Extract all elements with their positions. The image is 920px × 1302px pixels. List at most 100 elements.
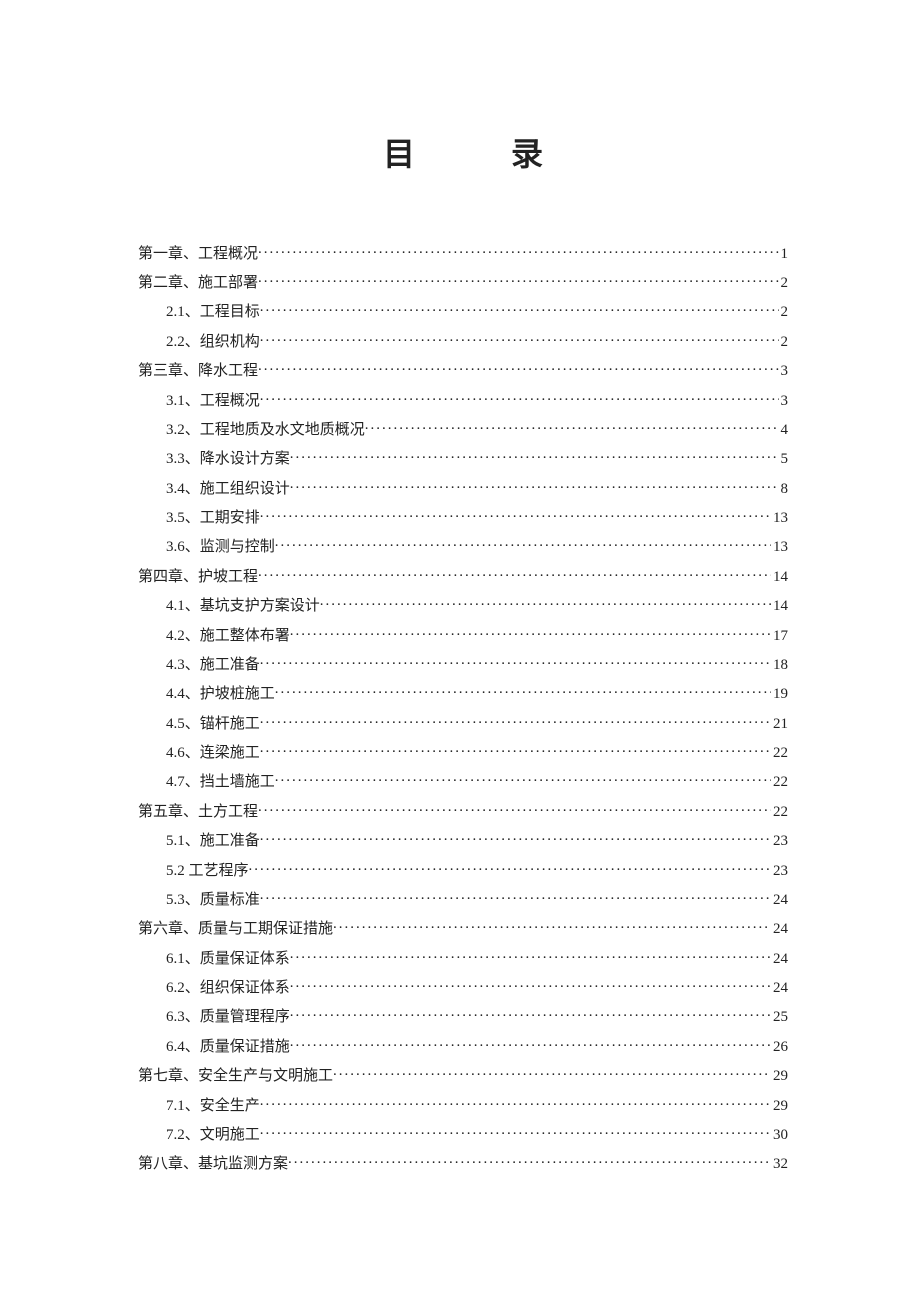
toc-leader-dots: [260, 713, 771, 728]
toc-entry-label: 第五章、土方工程: [138, 805, 258, 820]
toc-leader-dots: [258, 272, 778, 287]
toc-leader-dots: [260, 654, 771, 669]
toc-entry-label: 3.4、施工组织设计: [138, 482, 290, 497]
toc-entry-label: 3.1、工程概况: [138, 394, 260, 409]
toc-entry-page: 22: [771, 775, 788, 790]
document-page: 目 录 第一章、工程概况1第二章、施工部署22.1、工程目标22.2、组织机构2…: [0, 0, 920, 1302]
toc-entry-page: 24: [771, 952, 788, 967]
toc-entry-label: 第四章、护坡工程: [138, 570, 258, 585]
toc-entry-page: 32: [771, 1157, 788, 1172]
toc-leader-dots: [260, 331, 779, 346]
toc-entry-page: 24: [771, 893, 788, 908]
toc-entry-page: 13: [771, 540, 788, 555]
toc-entry-label: 第一章、工程概况: [138, 247, 258, 262]
toc-entry[interactable]: 6.3、质量管理程序25: [138, 1001, 788, 1030]
toc-entry[interactable]: 5.1、施工准备 23: [138, 825, 788, 854]
toc-entry[interactable]: 3.2、工程地质及水文地质概况4: [138, 414, 788, 443]
toc-entry[interactable]: 3.6、监测与控制13: [138, 531, 788, 560]
page-title: 目 录: [138, 129, 788, 175]
toc-entry[interactable]: 第一章、工程概况1: [138, 237, 788, 266]
toc-entry-label: 4.3、施工准备: [138, 658, 260, 673]
toc-leader-dots: [275, 683, 771, 698]
toc-entry-page: 23: [771, 834, 788, 849]
toc-entry[interactable]: 4.6、连梁施工22: [138, 737, 788, 766]
toc-entry-page: 14: [771, 599, 788, 614]
toc-entry-page: 3: [779, 394, 789, 409]
toc-entry-label: 第六章、质量与工期保证措施: [138, 922, 333, 937]
toc-entry[interactable]: 3.3、降水设计方案 5: [138, 443, 788, 472]
toc-entry-label: 5.1、施工准备: [138, 834, 260, 849]
toc-leader-dots: [320, 595, 771, 610]
title-spacer: [415, 136, 511, 172]
toc-entry[interactable]: 3.5、工期安排13: [138, 502, 788, 531]
toc-entry-label: 4.1、基坑支护方案设计: [138, 599, 320, 614]
toc-entry-label: 3.5、工期安排: [138, 511, 260, 526]
toc-entry-label: 4.7、挡土墙施工: [138, 775, 275, 790]
toc-entry[interactable]: 第二章、施工部署2: [138, 267, 788, 296]
toc-leader-dots: [260, 1095, 771, 1110]
toc-entry[interactable]: 6.1、质量保证体系24: [138, 942, 788, 971]
toc-entry[interactable]: 6.4、质量保证措施26: [138, 1031, 788, 1060]
toc-entry[interactable]: 5.2 工艺程序23: [138, 854, 788, 883]
toc-entry[interactable]: 7.1、安全生产 29: [138, 1089, 788, 1118]
toc-entry[interactable]: 4.7、挡土墙施工 22: [138, 766, 788, 795]
toc-entry[interactable]: 第七章、安全生产与文明施工29: [138, 1060, 788, 1089]
title-right: 录: [511, 136, 543, 172]
toc-entry-label: 6.2、组织保证体系: [138, 981, 290, 996]
toc-entry[interactable]: 2.2、组织机构 2: [138, 326, 788, 355]
toc-entry-page: 22: [771, 805, 788, 820]
toc-entry-page: 17: [771, 629, 788, 644]
toc-entry[interactable]: 第八章、基坑监测方案 32: [138, 1148, 788, 1177]
toc-entry-label: 2.2、组织机构: [138, 335, 260, 350]
toc-entry-label: 4.4、护坡桩施工: [138, 687, 275, 702]
toc-entry-page: 29: [771, 1069, 788, 1084]
toc-leader-dots: [260, 507, 771, 522]
toc-entry-label: 6.3、质量管理程序: [138, 1010, 290, 1025]
toc-entry[interactable]: 4.1、基坑支护方案设计 14: [138, 590, 788, 619]
toc-entry-label: 3.3、降水设计方案: [138, 452, 290, 467]
toc-leader-dots: [258, 360, 778, 375]
toc-entry-page: 21: [771, 717, 788, 732]
toc-leader-dots: [260, 301, 779, 316]
toc-entry[interactable]: 第四章、护坡工程14: [138, 561, 788, 590]
toc-entry[interactable]: 7.2、文明施工 30: [138, 1119, 788, 1148]
toc-entry-page: 2: [779, 335, 789, 350]
toc-entry[interactable]: 4.2、施工整体布署17: [138, 619, 788, 648]
toc-entry-page: 8: [779, 482, 789, 497]
toc-entry[interactable]: 4.3、施工准备18: [138, 649, 788, 678]
toc-entry[interactable]: 第三章、降水工程3: [138, 355, 788, 384]
toc-entry[interactable]: 3.1、工程概况 3: [138, 384, 788, 413]
toc-entry-page: 2: [779, 276, 789, 291]
toc-entry-label: 7.2、文明施工: [138, 1128, 260, 1143]
toc-entry[interactable]: 4.5、锚杆施工 21: [138, 707, 788, 736]
toc-entry-label: 4.6、连梁施工: [138, 746, 260, 761]
toc-entry[interactable]: 3.4、施工组织设计 8: [138, 472, 788, 501]
toc-entry[interactable]: 6.2、组织保证体系 24: [138, 972, 788, 1001]
toc-entry[interactable]: 第五章、土方工程 22: [138, 796, 788, 825]
toc-entry-page: 3: [779, 364, 789, 379]
toc-entry[interactable]: 2.1、工程目标2: [138, 296, 788, 325]
toc-leader-dots: [260, 390, 779, 405]
title-left: 目: [383, 136, 415, 172]
toc-entry-label: 第八章、基坑监测方案: [138, 1157, 288, 1172]
toc-entry-page: 2: [779, 305, 789, 320]
toc-entry[interactable]: 5.3、质量标准 24: [138, 884, 788, 913]
toc-entry-label: 7.1、安全生产: [138, 1099, 260, 1114]
toc-entry-page: 19: [771, 687, 788, 702]
toc-entry[interactable]: 4.4、护坡桩施工 19: [138, 678, 788, 707]
toc-leader-dots: [275, 536, 771, 551]
toc-leader-dots: [365, 419, 779, 434]
toc-entry[interactable]: 第六章、质量与工期保证措施24: [138, 913, 788, 942]
toc-leader-dots: [333, 1065, 771, 1080]
toc-entry-page: 29: [771, 1099, 788, 1114]
toc-leader-dots: [290, 448, 779, 463]
toc-entry-label: 4.5、锚杆施工: [138, 717, 260, 732]
toc-entry-page: 24: [771, 981, 788, 996]
toc-entry-label: 5.3、质量标准: [138, 893, 260, 908]
toc-entry-page: 5: [779, 452, 789, 467]
toc-entry-page: 26: [771, 1040, 788, 1055]
toc-entry-page: 30: [771, 1128, 788, 1143]
toc-entry-label: 5.2 工艺程序: [138, 864, 249, 879]
toc-leader-dots: [249, 860, 771, 875]
toc-leader-dots: [275, 771, 771, 786]
